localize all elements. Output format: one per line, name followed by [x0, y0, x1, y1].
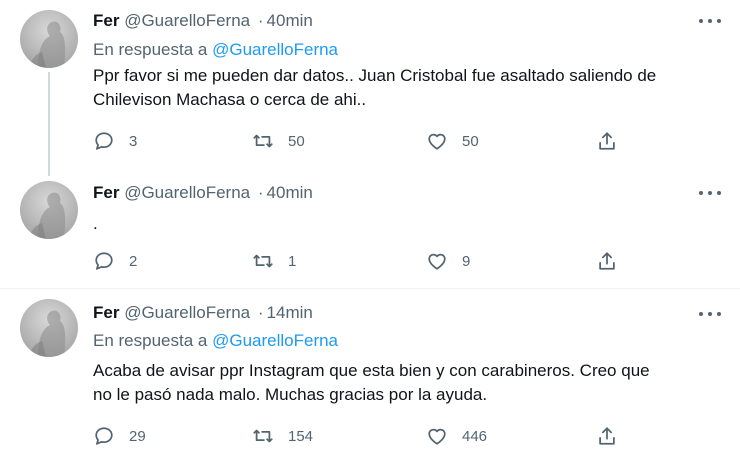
separator: ·	[257, 183, 264, 202]
share-icon	[599, 427, 615, 445]
reply-count: 29	[129, 427, 146, 445]
display-name[interactable]: Fer	[93, 303, 119, 322]
retweet-icon	[253, 429, 273, 443]
tweet-3[interactable]: Fer @GuarelloFerna · 14min En respuesta a…	[0, 289, 740, 465]
tweet-text-line: .	[93, 214, 98, 233]
reply-button[interactable]: 2	[93, 249, 137, 273]
avatar[interactable]	[20, 181, 78, 239]
like-button[interactable]: 446	[426, 424, 487, 448]
avatar[interactable]	[20, 299, 78, 357]
tweet-text-line: Chilevison Machasa o cerca de ahi..	[93, 90, 367, 109]
display-name[interactable]: Fer	[93, 11, 119, 30]
tweet-header: Fer @GuarelloFerna · 40min	[93, 183, 313, 203]
tweet-text-line: Acaba de avisar ppr Instagram que esta b…	[93, 361, 650, 380]
retweet-icon	[253, 254, 273, 268]
more-icon[interactable]	[697, 307, 723, 321]
reply-to: En respuesta a @GuarelloFerna	[93, 40, 338, 60]
like-button[interactable]: 50	[426, 129, 479, 153]
like-count: 446	[462, 427, 488, 445]
more-icon[interactable]	[697, 186, 723, 200]
reply-count: 2	[129, 252, 138, 270]
tweet-text: Acaba de avisar ppr Instagram que esta b…	[93, 359, 713, 407]
tweet-header: Fer @GuarelloFerna · 40min	[93, 11, 313, 31]
tweet-text: .	[93, 212, 713, 236]
share-button[interactable]	[596, 249, 618, 273]
reply-to-prefix: En respuesta a	[93, 331, 208, 350]
reply-to-prefix: En respuesta a	[93, 40, 208, 59]
display-name[interactable]: Fer	[93, 183, 119, 202]
timestamp[interactable]: 40min	[267, 183, 313, 202]
share-icon	[599, 132, 615, 150]
avatar[interactable]	[20, 10, 78, 68]
heart-icon	[428, 428, 446, 445]
retweet-button[interactable]: 154	[252, 424, 313, 448]
tweet-header: Fer @GuarelloFerna · 14min	[93, 303, 313, 323]
reply-button[interactable]: 3	[93, 129, 137, 153]
timestamp[interactable]: 14min	[267, 303, 313, 322]
reply-icon	[95, 132, 113, 150]
reply-icon	[95, 252, 113, 270]
timestamp[interactable]: 40min	[267, 11, 313, 30]
retweet-count: 154	[288, 427, 314, 445]
share-button[interactable]	[596, 424, 618, 448]
tweet-1[interactable]: Fer @GuarelloFerna · 40min En respuesta a…	[0, 0, 740, 176]
tweet-actions: 3 50 50	[93, 129, 633, 153]
retweet-count: 50	[288, 132, 305, 150]
reply-to-handle[interactable]: @GuarelloFerna	[212, 331, 338, 350]
share-button[interactable]	[596, 129, 618, 153]
like-button[interactable]: 9	[426, 249, 470, 273]
reply-icon	[95, 427, 113, 445]
reply-count: 3	[129, 132, 138, 150]
heart-icon	[428, 253, 446, 270]
retweet-count: 1	[288, 252, 297, 270]
reply-button[interactable]: 29	[93, 424, 146, 448]
separator: ·	[257, 303, 264, 322]
reply-to-handle[interactable]: @GuarelloFerna	[212, 40, 338, 59]
handle[interactable]: @GuarelloFerna	[124, 183, 250, 202]
handle[interactable]: @GuarelloFerna	[124, 11, 250, 30]
separator: ·	[257, 11, 264, 30]
like-count: 9	[462, 252, 471, 270]
tweet-actions: 29 154 446	[93, 424, 633, 448]
retweet-icon	[253, 134, 273, 148]
reply-to: En respuesta a @GuarelloFerna	[93, 331, 338, 351]
tweet-2[interactable]: Fer @GuarelloFerna · 40min . 2 1 9	[0, 176, 740, 288]
tweet-text-line: Ppr favor si me pueden dar datos.. Juan …	[93, 66, 657, 85]
tweet-actions: 2 1 9	[93, 249, 633, 273]
share-icon	[599, 252, 615, 270]
heart-icon	[428, 133, 446, 150]
tweet-text-line: no le pasó nada malo. Muchas gracias por…	[93, 385, 488, 404]
tweet-text: Ppr favor si me pueden dar datos.. Juan …	[93, 64, 713, 112]
more-icon[interactable]	[697, 14, 723, 28]
like-count: 50	[462, 132, 479, 150]
retweet-button[interactable]: 50	[252, 129, 305, 153]
handle[interactable]: @GuarelloFerna	[124, 303, 250, 322]
retweet-button[interactable]: 1	[252, 249, 296, 273]
